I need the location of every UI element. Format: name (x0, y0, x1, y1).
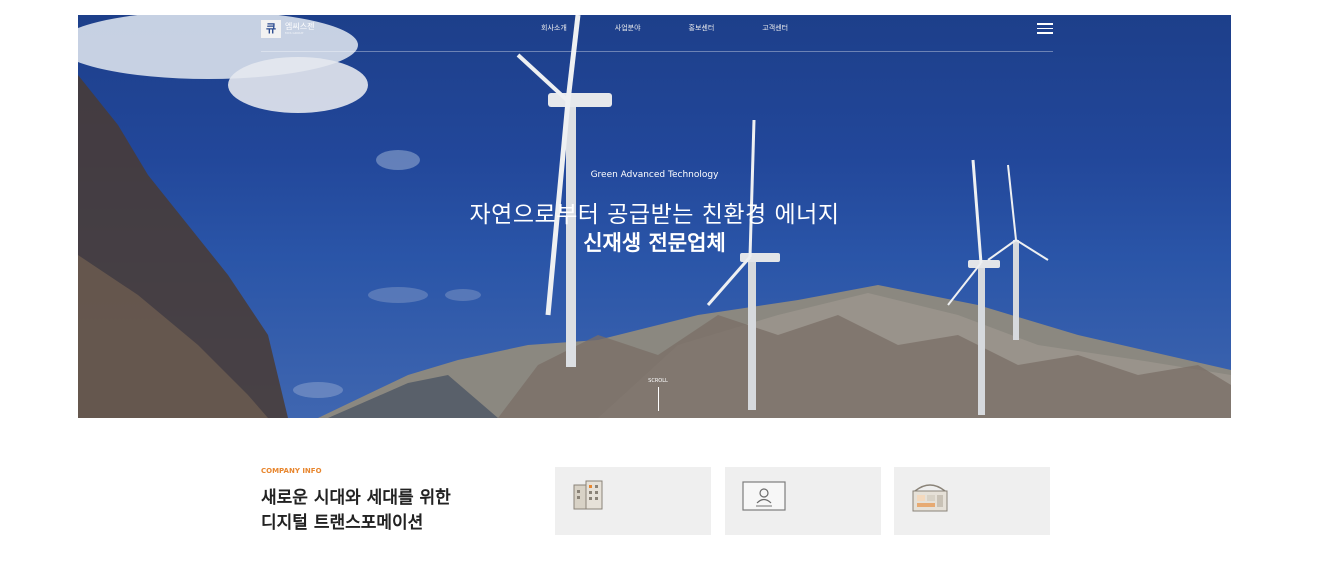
menu-item-pr[interactable]: 홍보센터 (689, 23, 715, 33)
menu-item-business[interactable]: 사업분야 (615, 23, 641, 33)
company-info-label: COMPANY INFO (261, 467, 322, 475)
logo-text: 엠씨스젠 (285, 22, 315, 31)
facility-icon (912, 484, 948, 512)
hero-eyebrow: Green Advanced Technology (590, 170, 719, 180)
scroll-line (657, 387, 659, 411)
company-info-title-line2: 디지털 트랜스포메이션 (261, 513, 424, 533)
hero-banner: 큐 엠씨스젠 MCS GROUP 회사소개 사업분야 홍보센터 고객센터 Gre… (78, 15, 1231, 418)
certificate-icon (742, 481, 786, 511)
hero-subheadline: 신재생 전문업체 (583, 231, 726, 255)
building-icon (573, 480, 603, 510)
company-info-title-line1: 새로운 시대와 세대를 위한 (261, 488, 451, 508)
menu-item-about[interactable]: 회사소개 (541, 23, 567, 33)
hamburger-menu-icon[interactable] (1037, 23, 1053, 34)
menu-item-support[interactable]: 고객센터 (762, 23, 788, 33)
info-card-facility[interactable] (894, 467, 1050, 535)
logo[interactable]: 큐 엠씨스젠 MCS GROUP (261, 20, 314, 38)
company-info-title: 새로운 시대와 세대를 위한 디지털 트랜스포메이션 (261, 486, 451, 536)
logo-subtext: MCS GROUP (285, 31, 304, 35)
main-menu: 회사소개 사업분야 홍보센터 고객센터 (541, 23, 788, 33)
info-card-certificate[interactable] (725, 467, 881, 535)
top-navigation: 큐 엠씨스젠 MCS GROUP 회사소개 사업분야 홍보센터 고객센터 (261, 15, 1053, 52)
scroll-label: SCROLL (648, 378, 668, 384)
scroll-indicator[interactable]: SCROLL (638, 378, 678, 411)
info-card-building[interactable] (555, 467, 711, 535)
logo-mark: 큐 (261, 20, 281, 38)
hero-headline: 자연으로부터 공급받는 친환경 에너지 (469, 202, 840, 228)
